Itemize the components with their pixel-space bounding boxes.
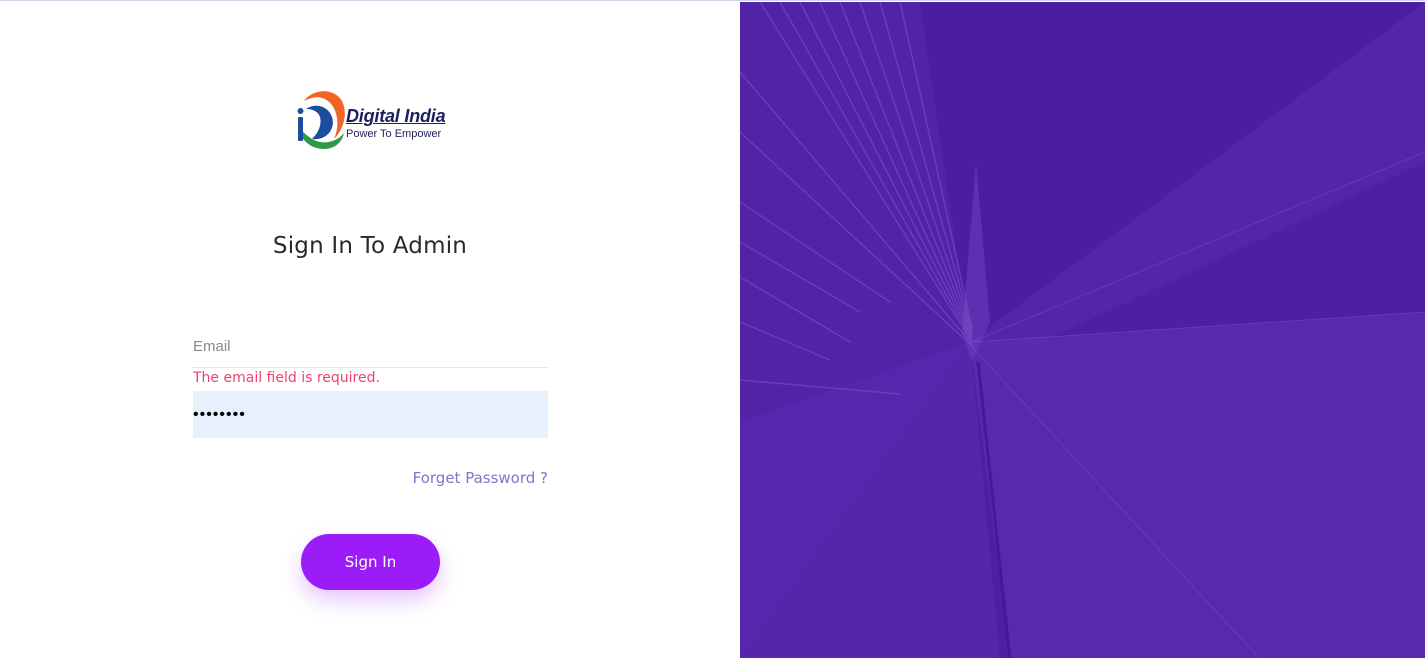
sign-in-panel: Digital India Power To Empower Sign In T… bbox=[0, 1, 740, 658]
login-page: Digital India Power To Empower Sign In T… bbox=[0, 0, 1425, 658]
hero-image bbox=[740, 2, 1425, 658]
digital-india-logo-icon bbox=[297, 91, 345, 149]
email-field[interactable] bbox=[193, 326, 548, 368]
sign-in-button[interactable]: Sign In bbox=[301, 534, 440, 590]
digital-india-logo: Digital India Power To Empower bbox=[290, 87, 460, 153]
forgot-password-link[interactable]: Forget Password ? bbox=[413, 469, 548, 487]
logo-tagline: Power To Empower bbox=[346, 128, 442, 140]
logo-title: Digital India bbox=[346, 106, 446, 126]
page-title: Sign In To Admin bbox=[272, 233, 468, 259]
architecture-background-image bbox=[740, 2, 1425, 658]
email-error-message: The email field is required. bbox=[193, 370, 380, 386]
password-field[interactable] bbox=[193, 391, 548, 438]
